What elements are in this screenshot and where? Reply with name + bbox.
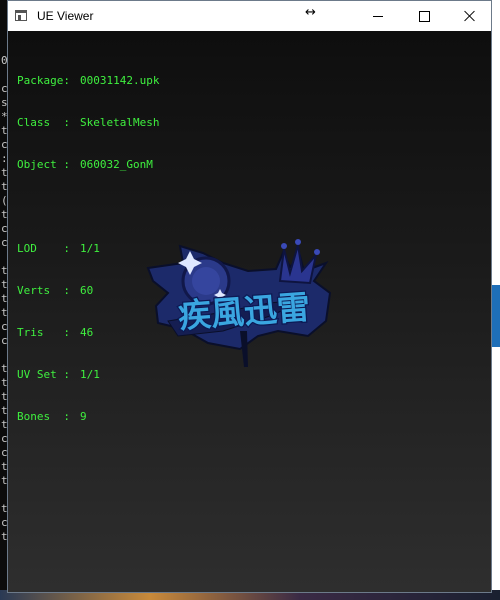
- title-bar[interactable]: UE Viewer ↔: [8, 1, 491, 31]
- close-icon: [464, 10, 476, 22]
- maximize-button[interactable]: [401, 1, 447, 31]
- skeletal-mesh-logo-model: 疾風迅雷: [146, 239, 332, 367]
- logo-crown: [278, 244, 318, 285]
- background-right-window: [492, 0, 500, 600]
- 3d-viewport[interactable]: Package: 00031142.upk Class : SkeletalMesh…: [8, 31, 491, 592]
- close-button[interactable]: [447, 1, 493, 31]
- resize-cursor-icon: ↔: [305, 5, 316, 20]
- app-window-icon: [15, 10, 27, 21]
- maximize-icon: [418, 10, 430, 22]
- ue-viewer-window[interactable]: UE Viewer ↔ Package: 00031142.upk Class :…: [7, 0, 492, 593]
- minimize-button[interactable]: [355, 1, 401, 31]
- window-title: UE Viewer: [37, 9, 94, 23]
- minimize-icon: [373, 15, 383, 17]
